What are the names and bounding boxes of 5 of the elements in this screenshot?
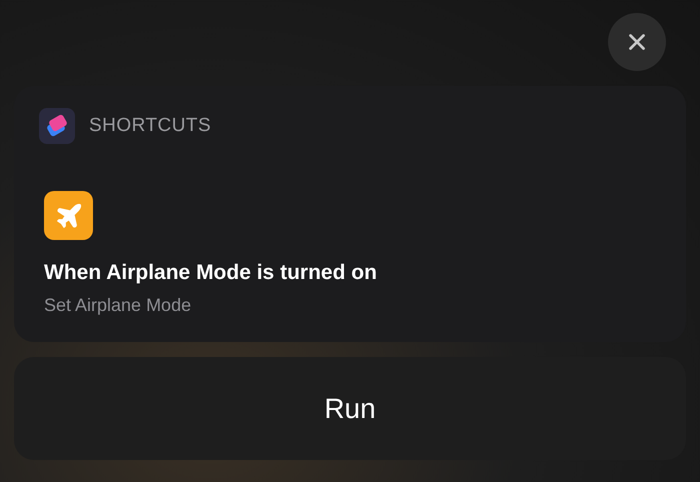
app-name: SHORTCUTS [89,114,212,138]
run-button[interactable]: Run [14,357,686,460]
shortcut-subtitle: Set Airplane Mode [44,294,192,317]
app-icon [39,108,75,144]
shortcut-title: When Airplane Mode is turned on [44,260,378,286]
